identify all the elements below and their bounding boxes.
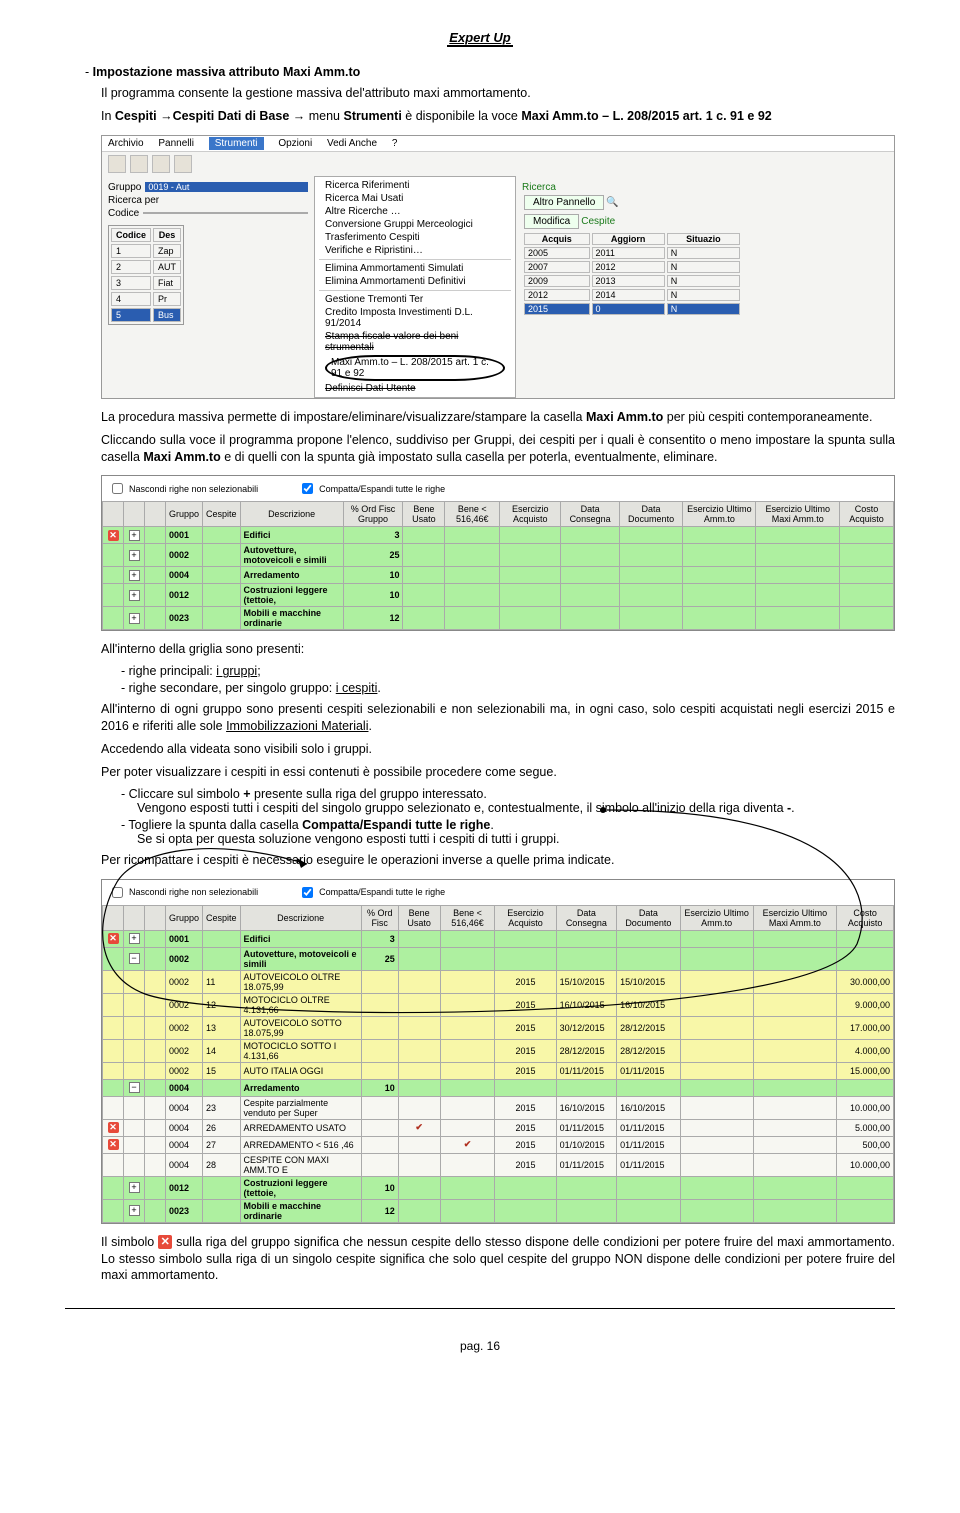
toolbar-icon[interactable] xyxy=(174,155,192,173)
menubar[interactable]: Archivio Pannelli Strumenti Opzioni Vedi… xyxy=(102,136,894,152)
chk-nascondi[interactable]: Nascondi righe non selezionabili xyxy=(108,480,258,497)
paragraph: Il programma consente la gestione massiv… xyxy=(101,85,895,102)
gruppo-label: Gruppo xyxy=(108,182,141,193)
dropdown-menu: Ricerca Riferimenti Ricerca Mai Usati Al… xyxy=(314,176,516,398)
paragraph: In CespitiCespiti Dati di Base menu Stru… xyxy=(101,108,895,125)
gruppo-dropdown[interactable]: 0019 - Aut xyxy=(145,182,308,192)
paragraph: Per ricompattare i cespiti è necessario … xyxy=(101,852,895,869)
acquis-table: AcquisAggiornSituazio 20052011N 20072012… xyxy=(522,231,742,317)
section-title: Impostazione massiva attributo Maxi Amm.… xyxy=(93,65,361,79)
ricerca-label: Ricerca per xyxy=(108,195,159,206)
modifica-button[interactable]: Modifica xyxy=(524,214,579,229)
paragraph: Il simbolo ✕ sulla riga del gruppo signi… xyxy=(101,1234,895,1285)
chk-compatta[interactable]: Compatta/Espandi tutte le righe xyxy=(298,884,445,901)
paragraph: All'interno di ogni gruppo sono presenti… xyxy=(101,701,895,735)
grid-expanded: Nascondi righe non selezionabili Compatt… xyxy=(101,879,895,1224)
menu-strumenti[interactable]: Strumenti xyxy=(209,137,264,150)
paragraph: Per poter visualizzare i cespiti in essi… xyxy=(101,764,895,781)
page-number: pag. 16 xyxy=(65,1308,895,1353)
grid-table: GruppoCespiteDescrizione% Ord FiscBene U… xyxy=(102,905,894,1223)
toolbar-icon[interactable] xyxy=(152,155,170,173)
paragraph: All'interno della griglia sono presenti: xyxy=(101,641,895,658)
toolbar-icon[interactable] xyxy=(108,155,126,173)
menu-maxi-ammto[interactable]: Maxi Amm.to – L. 208/2015 art. 1 c. 91 e… xyxy=(315,354,515,382)
paragraph: Cliccando sulla voce il programma propon… xyxy=(101,432,895,466)
ricerca-link[interactable]: Ricerca xyxy=(522,182,742,193)
paragraph: Accedendo alla videata sono visibili sol… xyxy=(101,741,895,758)
toolbar-icon[interactable] xyxy=(130,155,148,173)
screenshot-menu: Archivio Pannelli Strumenti Opzioni Vedi… xyxy=(101,135,895,399)
chk-compatta[interactable]: Compatta/Espandi tutte le righe xyxy=(298,480,445,497)
grid-compact: Nascondi righe non selezionabili Compatt… xyxy=(101,475,895,631)
chk-nascondi[interactable]: Nascondi righe non selezionabili xyxy=(108,884,258,901)
x-icon: ✕ xyxy=(158,1235,172,1249)
doc-header: Expert Up xyxy=(65,30,895,45)
grid-table: GruppoCespiteDescrizione% Ord Fisc Grupp… xyxy=(102,501,894,630)
codice-table: CodiceDes 1Zap 2AUT 3Fiat 4Pr 5Bus xyxy=(108,225,184,325)
altro-pannello-button[interactable]: Altro Pannello xyxy=(524,195,604,210)
paragraph: La procedura massiva permette di imposta… xyxy=(101,409,895,426)
codice-label: Codice xyxy=(108,208,139,219)
